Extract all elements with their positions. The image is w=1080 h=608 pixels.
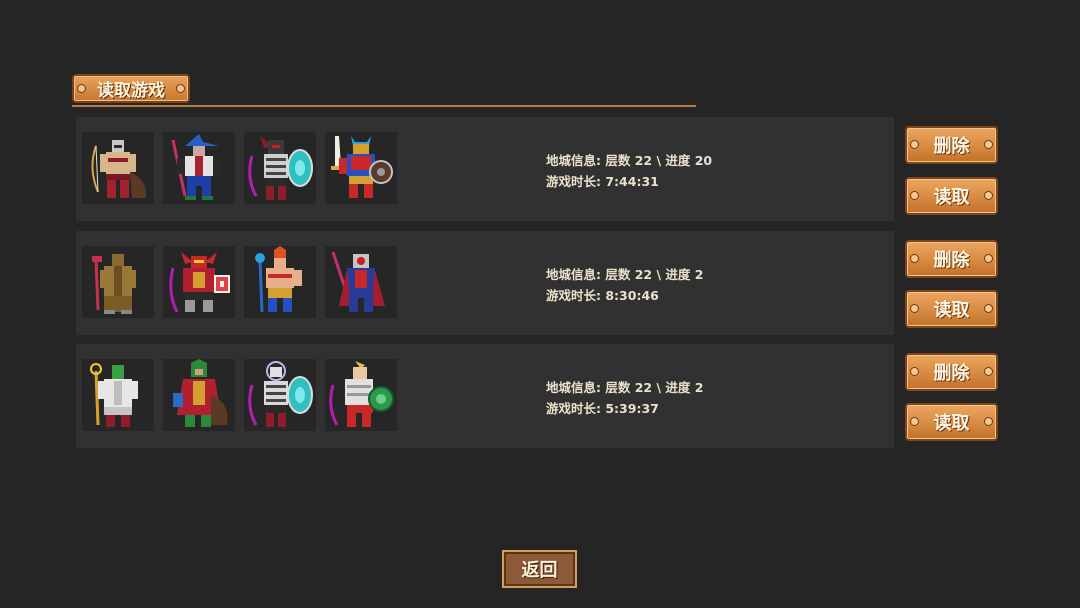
load-button[interactable]: 读取: [905, 403, 998, 441]
nail-icon: [984, 191, 993, 200]
dungeon-info: 地城信息: 层数 22 \ 进度 2: [546, 380, 704, 395]
barbarian-archer-icon: [91, 140, 147, 198]
save-info: 地城信息: 层数 22 \ 进度 20 游戏时长: 7:44:31: [546, 150, 712, 192]
nail-icon: [984, 254, 993, 263]
page-title: 读取游戏: [97, 81, 165, 101]
hero-party: [82, 246, 397, 318]
hero-party: [82, 132, 397, 204]
hero-portrait: [163, 359, 235, 431]
skeleton-shield-knight-icon: [248, 361, 313, 427]
title-divider: [72, 105, 696, 107]
dungeon-info: 地城信息: 层数 22 \ 进度 20: [546, 153, 713, 168]
hero-portrait: [82, 246, 154, 318]
hero-portrait: [244, 359, 316, 431]
hero-portrait: [244, 246, 316, 318]
dungeon-info: 地城信息: 层数 22 \ 进度 2: [546, 267, 704, 282]
delete-button[interactable]: 删除: [905, 126, 998, 164]
save-slot-2[interactable]: 地城信息: 层数 22 \ 进度 2 游戏时长: 8:30:46: [76, 231, 894, 335]
load-label: 读取: [933, 300, 970, 321]
delete-button[interactable]: 删除: [905, 353, 998, 391]
hero-portrait: [82, 132, 154, 204]
dark-shield-knight-icon: [248, 136, 313, 200]
blue-hat-wizard-icon: [171, 134, 221, 200]
delete-label: 删除: [933, 250, 970, 271]
save-info: 地城信息: 层数 22 \ 进度 2 游戏时长: 8:30:46: [546, 264, 703, 306]
hero-portrait: [325, 359, 397, 431]
play-time: 游戏时长: 5:39:37: [546, 401, 659, 416]
back-button[interactable]: 返回: [502, 550, 577, 588]
crimson-knight-icon: [331, 251, 385, 312]
load-button[interactable]: 读取: [905, 177, 998, 215]
delete-label: 删除: [933, 136, 970, 157]
load-label: 读取: [933, 187, 970, 208]
hero-portrait: [82, 359, 154, 431]
nail-icon: [984, 140, 993, 149]
delete-button[interactable]: 删除: [905, 240, 998, 278]
nail-icon: [984, 367, 993, 376]
hero-portrait: [163, 246, 235, 318]
fire-mage-icon: [255, 246, 302, 313]
load-button[interactable]: 读取: [905, 290, 998, 328]
load-label: 读取: [933, 413, 970, 434]
hero-portrait: [163, 132, 235, 204]
nail-icon: [984, 304, 993, 313]
save-slot-1[interactable]: 地城信息: 层数 22 \ 进度 20 游戏时长: 7:44:31: [76, 117, 894, 221]
green-hooded-ranger-icon: [173, 359, 228, 427]
hero-portrait: [244, 132, 316, 204]
hero-portrait: [325, 132, 397, 204]
play-time: 游戏时长: 8:30:46: [546, 288, 659, 303]
hero-party: [82, 359, 397, 431]
red-demon-knight-icon: [169, 252, 230, 313]
white-priest-icon: [90, 363, 138, 427]
play-time: 游戏时长: 7:44:31: [546, 174, 659, 189]
delete-label: 删除: [933, 363, 970, 384]
nail-icon: [176, 84, 185, 93]
red-sword-warrior-icon: [331, 136, 393, 198]
nail-icon: [984, 417, 993, 426]
green-shield-paladin-icon: [329, 361, 394, 427]
brown-monk-icon: [92, 254, 136, 314]
save-slot-3[interactable]: 地城信息: 层数 22 \ 进度 2 游戏时长: 5:39:37: [76, 344, 894, 448]
hero-portrait: [325, 246, 397, 318]
page-title-plaque: 读取游戏: [72, 74, 190, 103]
save-info: 地城信息: 层数 22 \ 进度 2 游戏时长: 5:39:37: [546, 377, 703, 419]
